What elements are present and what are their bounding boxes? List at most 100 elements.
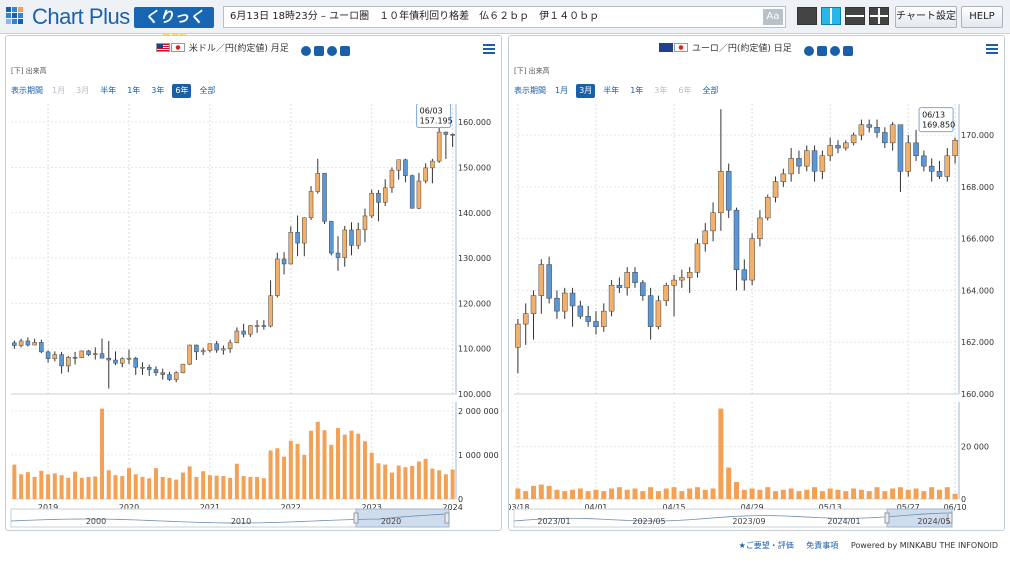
- candle-body: [99, 353, 105, 359]
- powered-by-text: Powered by MINKABU THE INFONOID: [850, 541, 998, 550]
- refresh-icon[interactable]: [327, 46, 337, 56]
- volume-bar: [59, 475, 64, 499]
- candle-body: [329, 221, 334, 254]
- candle-body: [921, 155, 927, 167]
- volume-bar: [430, 468, 435, 499]
- candle-body: [889, 124, 896, 144]
- news-ticker[interactable]: 6月13日 18時23分 – ユーロ圏 １０年債利回り格差 仏６２ｂｐ 伊１４０…: [223, 6, 786, 28]
- refresh-icon[interactable]: [830, 46, 840, 56]
- volume-bar: [207, 475, 212, 499]
- volume-bar: [73, 471, 78, 499]
- volume-bar: [120, 476, 125, 499]
- layout-2-button[interactable]: [821, 7, 841, 25]
- candle-body: [897, 124, 904, 172]
- layout-3-button[interactable]: [845, 7, 865, 25]
- candle-body: [376, 193, 381, 203]
- panel-title: 米ドル／円(約定値) 月足: [156, 41, 289, 54]
- period-6y[interactable]: 6年: [172, 84, 192, 98]
- candle-body: [436, 131, 442, 162]
- y-tick-label: 160.000: [961, 390, 994, 399]
- volume-bar: [702, 489, 708, 499]
- volume-bar: [773, 491, 779, 499]
- volume-bar: [349, 430, 354, 499]
- candle-body: [396, 159, 401, 171]
- candle-body: [874, 127, 880, 133]
- volume-bar: [562, 491, 568, 499]
- candle-body: [416, 180, 422, 209]
- candle-body: [126, 357, 132, 360]
- volume-bar: [221, 476, 226, 499]
- candle-body: [261, 325, 267, 327]
- volume-bar: [39, 470, 44, 499]
- candle-body: [59, 354, 64, 367]
- candle-body: [616, 285, 623, 289]
- candle-body: [780, 173, 787, 182]
- volume-tick-label: 2 000 000: [458, 407, 499, 416]
- window-icon[interactable]: [340, 46, 350, 56]
- volume-bar: [389, 472, 394, 499]
- volume-bar: [86, 476, 91, 499]
- chart-menu-icon[interactable]: [483, 44, 495, 54]
- volume-bar: [515, 488, 521, 499]
- volume-bar: [788, 488, 794, 499]
- candle-body: [32, 342, 37, 346]
- y-tick-label: 162.000: [961, 338, 994, 347]
- period-1y[interactable]: 1年: [627, 84, 646, 98]
- period-all[interactable]: 全部: [196, 84, 218, 98]
- volume-bar: [261, 478, 266, 499]
- period-6m[interactable]: 半年: [600, 84, 622, 98]
- period-1y[interactable]: 1年: [124, 84, 143, 98]
- period-6y: 6年: [678, 86, 692, 95]
- table-icon[interactable]: [314, 46, 324, 56]
- candle-body: [45, 351, 51, 359]
- logo-grid-icon: [6, 7, 28, 27]
- layout-1-button[interactable]: [797, 7, 817, 25]
- layout-4-button[interactable]: [869, 7, 889, 25]
- volume-bar: [46, 474, 51, 499]
- candle-body: [538, 264, 545, 296]
- app-header: Chart Plus くりっく365 6月13日 18時23分 – ユーロ圏 １…: [0, 0, 1010, 47]
- candle-body: [153, 369, 159, 373]
- table-icon[interactable]: [817, 46, 827, 56]
- navigator-label: 2023/09: [732, 517, 765, 526]
- period-3y[interactable]: 3年: [148, 84, 167, 98]
- period-3m[interactable]: 3月: [576, 84, 596, 98]
- window-icon[interactable]: [843, 46, 853, 56]
- volume-bar: [383, 464, 388, 499]
- disclaimer-link[interactable]: 免責事項: [806, 541, 838, 550]
- volume-bar: [624, 489, 630, 499]
- candle-body: [113, 359, 118, 364]
- volume-bar: [890, 488, 896, 499]
- help-button[interactable]: HELP: [961, 6, 1003, 28]
- period-6m[interactable]: 半年: [97, 84, 119, 98]
- candle-body: [362, 215, 368, 230]
- candle-body: [843, 142, 849, 149]
- candle-body: [234, 330, 240, 344]
- volume-bar: [749, 488, 755, 499]
- period-selector: 表示期間 1月 3月 半年 1年 3年 6年 全部: [11, 84, 223, 98]
- usdjpy-chart[interactable]: 100.000 110.000 120.000 130.000 140.000 150.0…: [6, 104, 501, 529]
- volume-bar: [410, 465, 415, 499]
- chart-tools: [301, 41, 353, 56]
- volume-bar: [913, 488, 919, 499]
- volume-bar: [921, 491, 927, 499]
- chart-menu-icon[interactable]: [986, 44, 998, 54]
- volume-bar: [106, 470, 111, 499]
- eurjpy-chart[interactable]: 160.000 162.000 164.000 166.000 168.000 170.0…: [509, 104, 1004, 529]
- volume-bar: [757, 489, 763, 499]
- candle-body: [702, 230, 709, 245]
- volume-bar: [905, 489, 911, 499]
- chart-settings-button[interactable]: チャート設定: [895, 6, 957, 28]
- settings-icon[interactable]: [804, 46, 814, 56]
- period-1m[interactable]: 1月: [552, 84, 571, 98]
- volume-bar: [796, 491, 802, 499]
- candle-body: [342, 229, 347, 258]
- period-all[interactable]: 全部: [699, 84, 721, 98]
- feedback-link[interactable]: ★ご要望・評価: [739, 541, 794, 550]
- volume-bar: [416, 461, 421, 499]
- volume-bar: [640, 491, 646, 499]
- settings-icon[interactable]: [301, 46, 311, 56]
- candle-body: [858, 124, 865, 136]
- candle-body: [733, 209, 740, 270]
- font-size-button[interactable]: Aa: [763, 9, 783, 25]
